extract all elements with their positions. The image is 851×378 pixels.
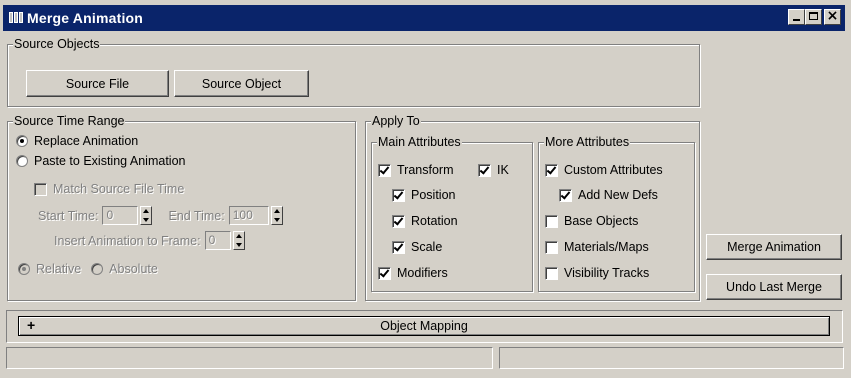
start-end-time-row: Start Time: 0 End Time: 100: [38, 206, 283, 225]
materials-maps-option[interactable]: Materials/Maps: [545, 240, 649, 254]
source-file-button[interactable]: Source File: [26, 70, 169, 97]
scale-option[interactable]: Scale: [392, 240, 442, 254]
paste-existing-label: Paste to Existing Animation: [34, 154, 186, 168]
position-checkbox[interactable]: [392, 188, 405, 202]
caption-buttons: ×: [788, 8, 841, 25]
minimize-button[interactable]: [788, 9, 805, 25]
end-time-spinner-arrows[interactable]: [270, 206, 283, 225]
base-objects-label: Base Objects: [564, 214, 639, 228]
paste-existing-option[interactable]: Paste to Existing Animation: [16, 154, 185, 168]
match-source-time-option[interactable]: Match Source File Time: [34, 182, 184, 196]
rotation-label: Rotation: [411, 214, 458, 228]
end-time-field[interactable]: 100: [228, 206, 269, 225]
title-bar[interactable]: Merge Animation ×: [3, 5, 845, 31]
apply-to-group: Apply To Main Attributes Transform IK Po…: [365, 113, 700, 301]
absolute-label: Absolute: [109, 262, 158, 276]
transform-checkbox[interactable]: [378, 163, 391, 177]
end-time-spinner[interactable]: 100: [228, 206, 283, 225]
close-button[interactable]: ×: [824, 8, 841, 25]
maximize-icon: [809, 12, 818, 20]
undo-last-merge-button[interactable]: Undo Last Merge: [706, 274, 842, 300]
main-attributes-legend: Main Attributes: [377, 134, 462, 150]
minimize-icon: [793, 19, 800, 21]
ik-checkbox[interactable]: [478, 163, 491, 177]
match-source-time-label: Match Source File Time: [53, 182, 185, 196]
ik-option[interactable]: IK: [478, 163, 509, 177]
relative-absolute-row: Relative Absolute: [18, 262, 158, 276]
add-new-defs-label: Add New Defs: [578, 188, 658, 202]
custom-attributes-checkbox[interactable]: [545, 163, 558, 177]
object-mapping-rollout[interactable]: + Object Mapping: [18, 316, 830, 336]
start-time-label: Start Time:: [38, 208, 99, 223]
relative-label: Relative: [36, 262, 82, 276]
source-object-button[interactable]: Source Object: [174, 70, 309, 97]
insert-frame-field[interactable]: 0: [204, 231, 231, 250]
visibility-tracks-option[interactable]: Visibility Tracks: [545, 266, 649, 280]
modifiers-label: Modifiers: [397, 266, 448, 280]
scale-label: Scale: [411, 240, 443, 254]
visibility-tracks-label: Visibility Tracks: [564, 266, 650, 280]
match-source-time-checkbox[interactable]: [34, 182, 47, 196]
custom-attributes-label: Custom Attributes: [564, 163, 663, 177]
position-option[interactable]: Position: [392, 188, 455, 202]
relative-radio[interactable]: [18, 263, 30, 275]
status-pane-left: [6, 347, 493, 369]
materials-maps-label: Materials/Maps: [564, 240, 649, 254]
scale-checkbox[interactable]: [392, 240, 405, 254]
more-attributes-legend: More Attributes: [544, 134, 631, 150]
expand-icon: +: [27, 317, 36, 333]
app-icon: [8, 10, 24, 26]
source-objects-group: Source Objects Source File Source Object: [7, 36, 700, 107]
start-time-spinner-arrows[interactable]: [140, 206, 153, 225]
source-time-range-legend: Source Time Range: [13, 113, 126, 129]
transform-option[interactable]: Transform: [378, 163, 454, 177]
visibility-tracks-checkbox[interactable]: [545, 266, 558, 280]
window-title: Merge Animation: [27, 10, 144, 26]
paste-existing-radio[interactable]: [16, 155, 28, 167]
add-new-defs-checkbox[interactable]: [559, 188, 572, 202]
insert-frame-spinner[interactable]: 0: [204, 231, 245, 250]
materials-maps-checkbox[interactable]: [545, 240, 558, 254]
maximize-button[interactable]: [805, 9, 822, 25]
base-objects-checkbox[interactable]: [545, 214, 558, 228]
insert-frame-label: Insert Animation to Frame:: [54, 233, 201, 248]
end-time-label: End Time:: [168, 208, 225, 223]
replace-animation-radio[interactable]: [16, 135, 28, 147]
replace-animation-label: Replace Animation: [34, 134, 139, 148]
start-time-spinner[interactable]: 0: [102, 206, 153, 225]
rotation-checkbox[interactable]: [392, 214, 405, 228]
modifiers-option[interactable]: Modifiers: [378, 266, 448, 280]
merge-animation-window: Merge Animation × Source Objects Source …: [0, 0, 851, 378]
insert-frame-row: Insert Animation to Frame: 0: [54, 231, 245, 250]
start-time-field[interactable]: 0: [102, 206, 139, 225]
status-pane-right: [499, 347, 844, 369]
transform-label: Transform: [397, 163, 454, 177]
object-mapping-title: Object Mapping: [380, 319, 468, 333]
ik-label: IK: [497, 163, 509, 177]
rotation-option[interactable]: Rotation: [392, 214, 458, 228]
base-objects-option[interactable]: Base Objects: [545, 214, 638, 228]
apply-to-legend: Apply To: [371, 113, 421, 129]
insert-frame-spinner-arrows[interactable]: [232, 231, 245, 250]
replace-animation-option[interactable]: Replace Animation: [16, 134, 138, 148]
main-attributes-group: Main Attributes Transform IK Position Ro…: [371, 134, 533, 292]
position-label: Position: [411, 188, 456, 202]
close-icon: ×: [826, 8, 839, 24]
source-objects-legend: Source Objects: [13, 36, 101, 52]
add-new-defs-option[interactable]: Add New Defs: [559, 188, 658, 202]
more-attributes-group: More Attributes Custom Attributes Add Ne…: [538, 134, 695, 292]
absolute-radio[interactable]: [91, 263, 104, 275]
source-time-range-group: Source Time Range Replace Animation Past…: [7, 113, 356, 301]
modifiers-checkbox[interactable]: [378, 266, 391, 280]
custom-attributes-option[interactable]: Custom Attributes: [545, 163, 663, 177]
merge-animation-button[interactable]: Merge Animation: [706, 234, 842, 260]
